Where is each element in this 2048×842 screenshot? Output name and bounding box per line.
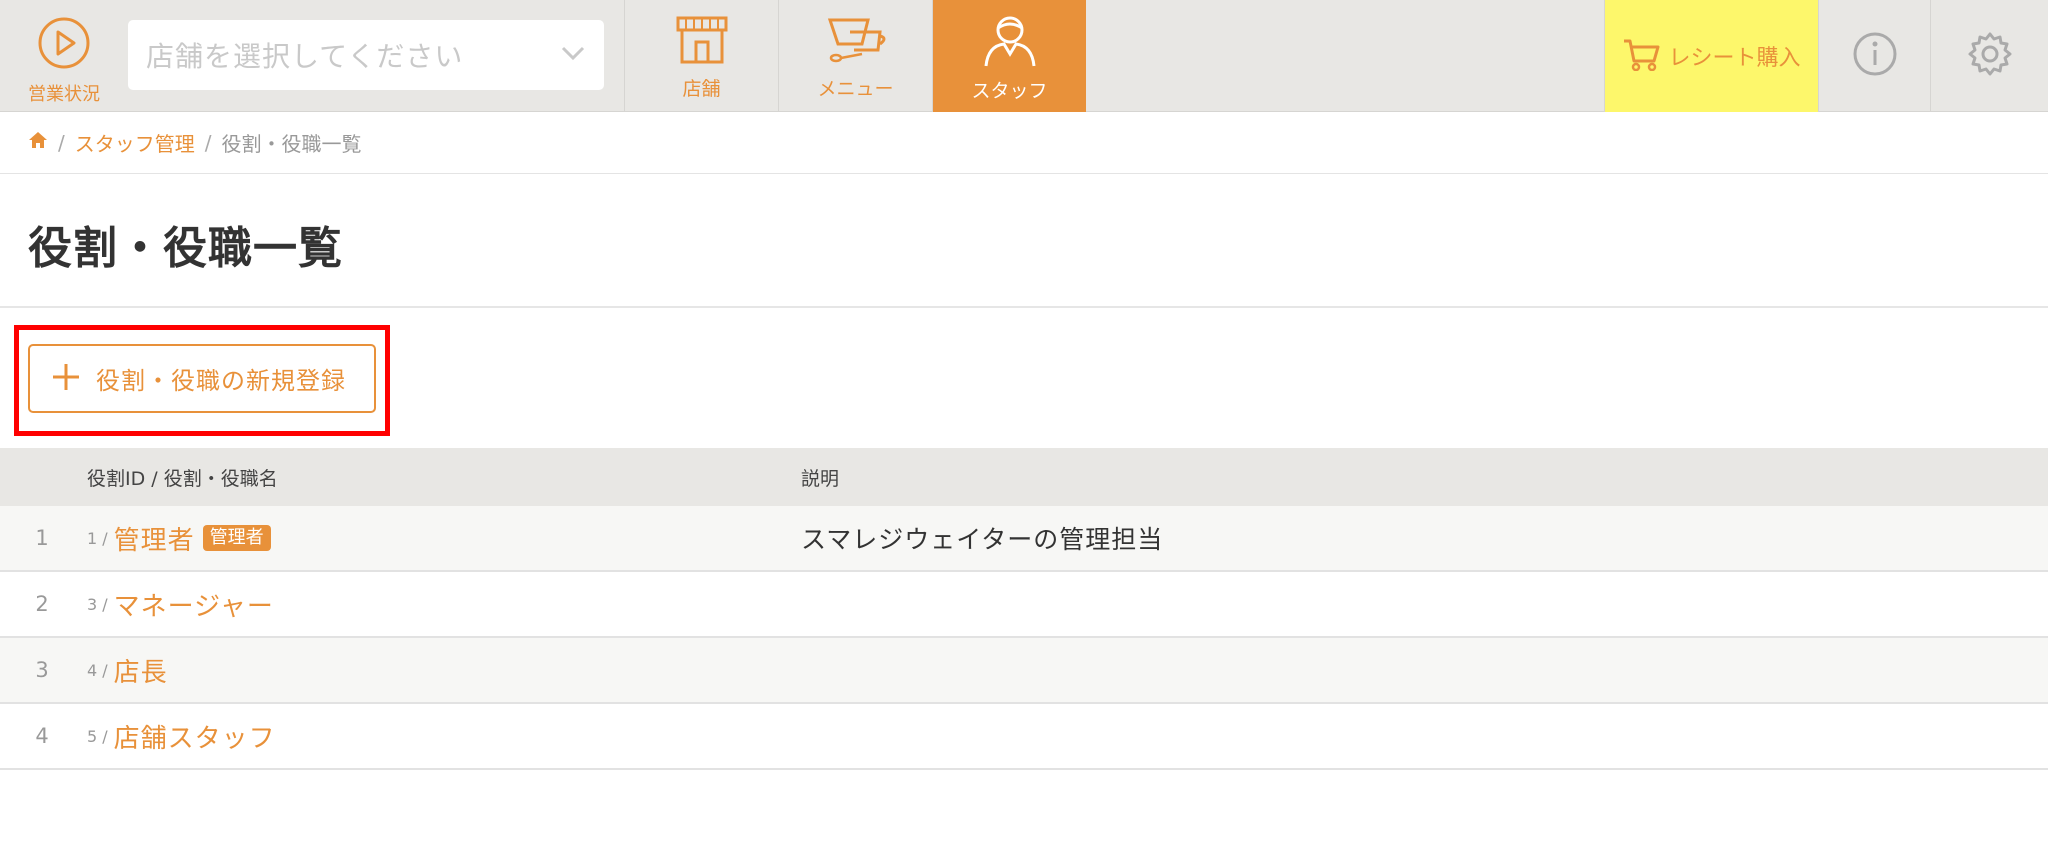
breadcrumb-staff-management[interactable]: スタッフ管理 [75,128,195,157]
table-header: 役割ID / 役割・役職名 説明 [0,448,2048,506]
breadcrumb-separator: / [204,130,212,155]
tab-store-label: 店舗 [682,78,721,100]
row-number: 3 [35,658,49,682]
home-icon[interactable] [28,130,48,155]
roles-table: 役割ID / 役割・役職名 説明 1 1 / 管理者 管理者 スマレジウェイター… [0,448,2048,770]
role-cell: 5 / 店舗スタッフ [87,718,276,755]
role-id: 4 / [87,660,108,680]
tab-store[interactable]: 店舗 [624,0,778,112]
row-number: 4 [35,724,49,748]
role-cell: 3 / マネージャー [87,586,274,623]
tab-staff-label: スタッフ [971,80,1048,102]
cart-icon [1622,37,1660,75]
breadcrumb-current: 役割・役職一覧 [221,132,362,156]
add-role-label: 役割・役職の新規登録 [96,367,346,395]
role-description: スマレジウェイターの管理担当 [801,525,1164,554]
receipt-purchase-label: レシート購入 [1668,46,1801,71]
table-row: 3 4 / 店長 [0,638,2048,704]
admin-badge: 管理者 [202,525,271,551]
table-row: 4 5 / 店舗スタッフ [0,704,2048,770]
role-name-link[interactable]: 店長 [114,652,168,689]
tab-staff[interactable]: スタッフ [932,0,1086,112]
business-status-label: 営業状況 [28,84,100,105]
role-id: 1 / [87,528,108,548]
role-name-link[interactable]: マネージャー [114,586,274,623]
breadcrumb-separator: / [58,130,65,155]
page-title: 役割・役職一覧 [28,223,343,274]
role-name-link[interactable]: 管理者 [114,520,195,557]
title-divider [0,306,2048,308]
store-select[interactable]: 店舗を選択してください [128,20,604,90]
tab-menu-label: メニュー [817,78,894,100]
receipt-purchase-button[interactable]: レシート購入 [1604,0,1818,112]
gear-icon [1967,31,2013,81]
row-number: 2 [35,592,49,616]
role-id: 5 / [87,726,108,746]
staff-icon [982,14,1038,72]
menu-cup-icon [824,14,888,70]
role-cell: 4 / 店長 [87,652,168,689]
row-number: 1 [35,526,49,550]
play-circle-icon [37,16,91,74]
role-name-link[interactable]: 店舗スタッフ [114,718,276,755]
info-button[interactable] [1818,0,1930,112]
settings-button[interactable] [1930,0,2048,112]
info-icon [1852,31,1898,81]
add-role-button[interactable]: 役割・役職の新規登録 [28,344,376,413]
store-icon [672,14,732,70]
business-status-button[interactable]: 営業状況 [0,0,128,112]
top-bar: 営業状況 店舗を選択してください 店舗 メニュー スタッフ レシート購入 [0,0,2048,112]
store-select-placeholder: 店舗を選択してください [146,40,464,73]
role-cell: 1 / 管理者 管理者 [87,520,271,557]
column-header-description: 説明 [801,467,840,490]
plus-icon [50,361,82,397]
table-row: 2 3 / マネージャー [0,572,2048,638]
breadcrumb: / スタッフ管理 / 役割・役職一覧 [0,112,2048,174]
chevron-down-icon [560,45,586,65]
tab-menu[interactable]: メニュー [778,0,932,112]
role-id: 3 / [87,594,108,614]
column-header-name: 役割ID / 役割・役職名 [87,467,278,490]
table-row: 1 1 / 管理者 管理者 スマレジウェイターの管理担当 [0,506,2048,572]
